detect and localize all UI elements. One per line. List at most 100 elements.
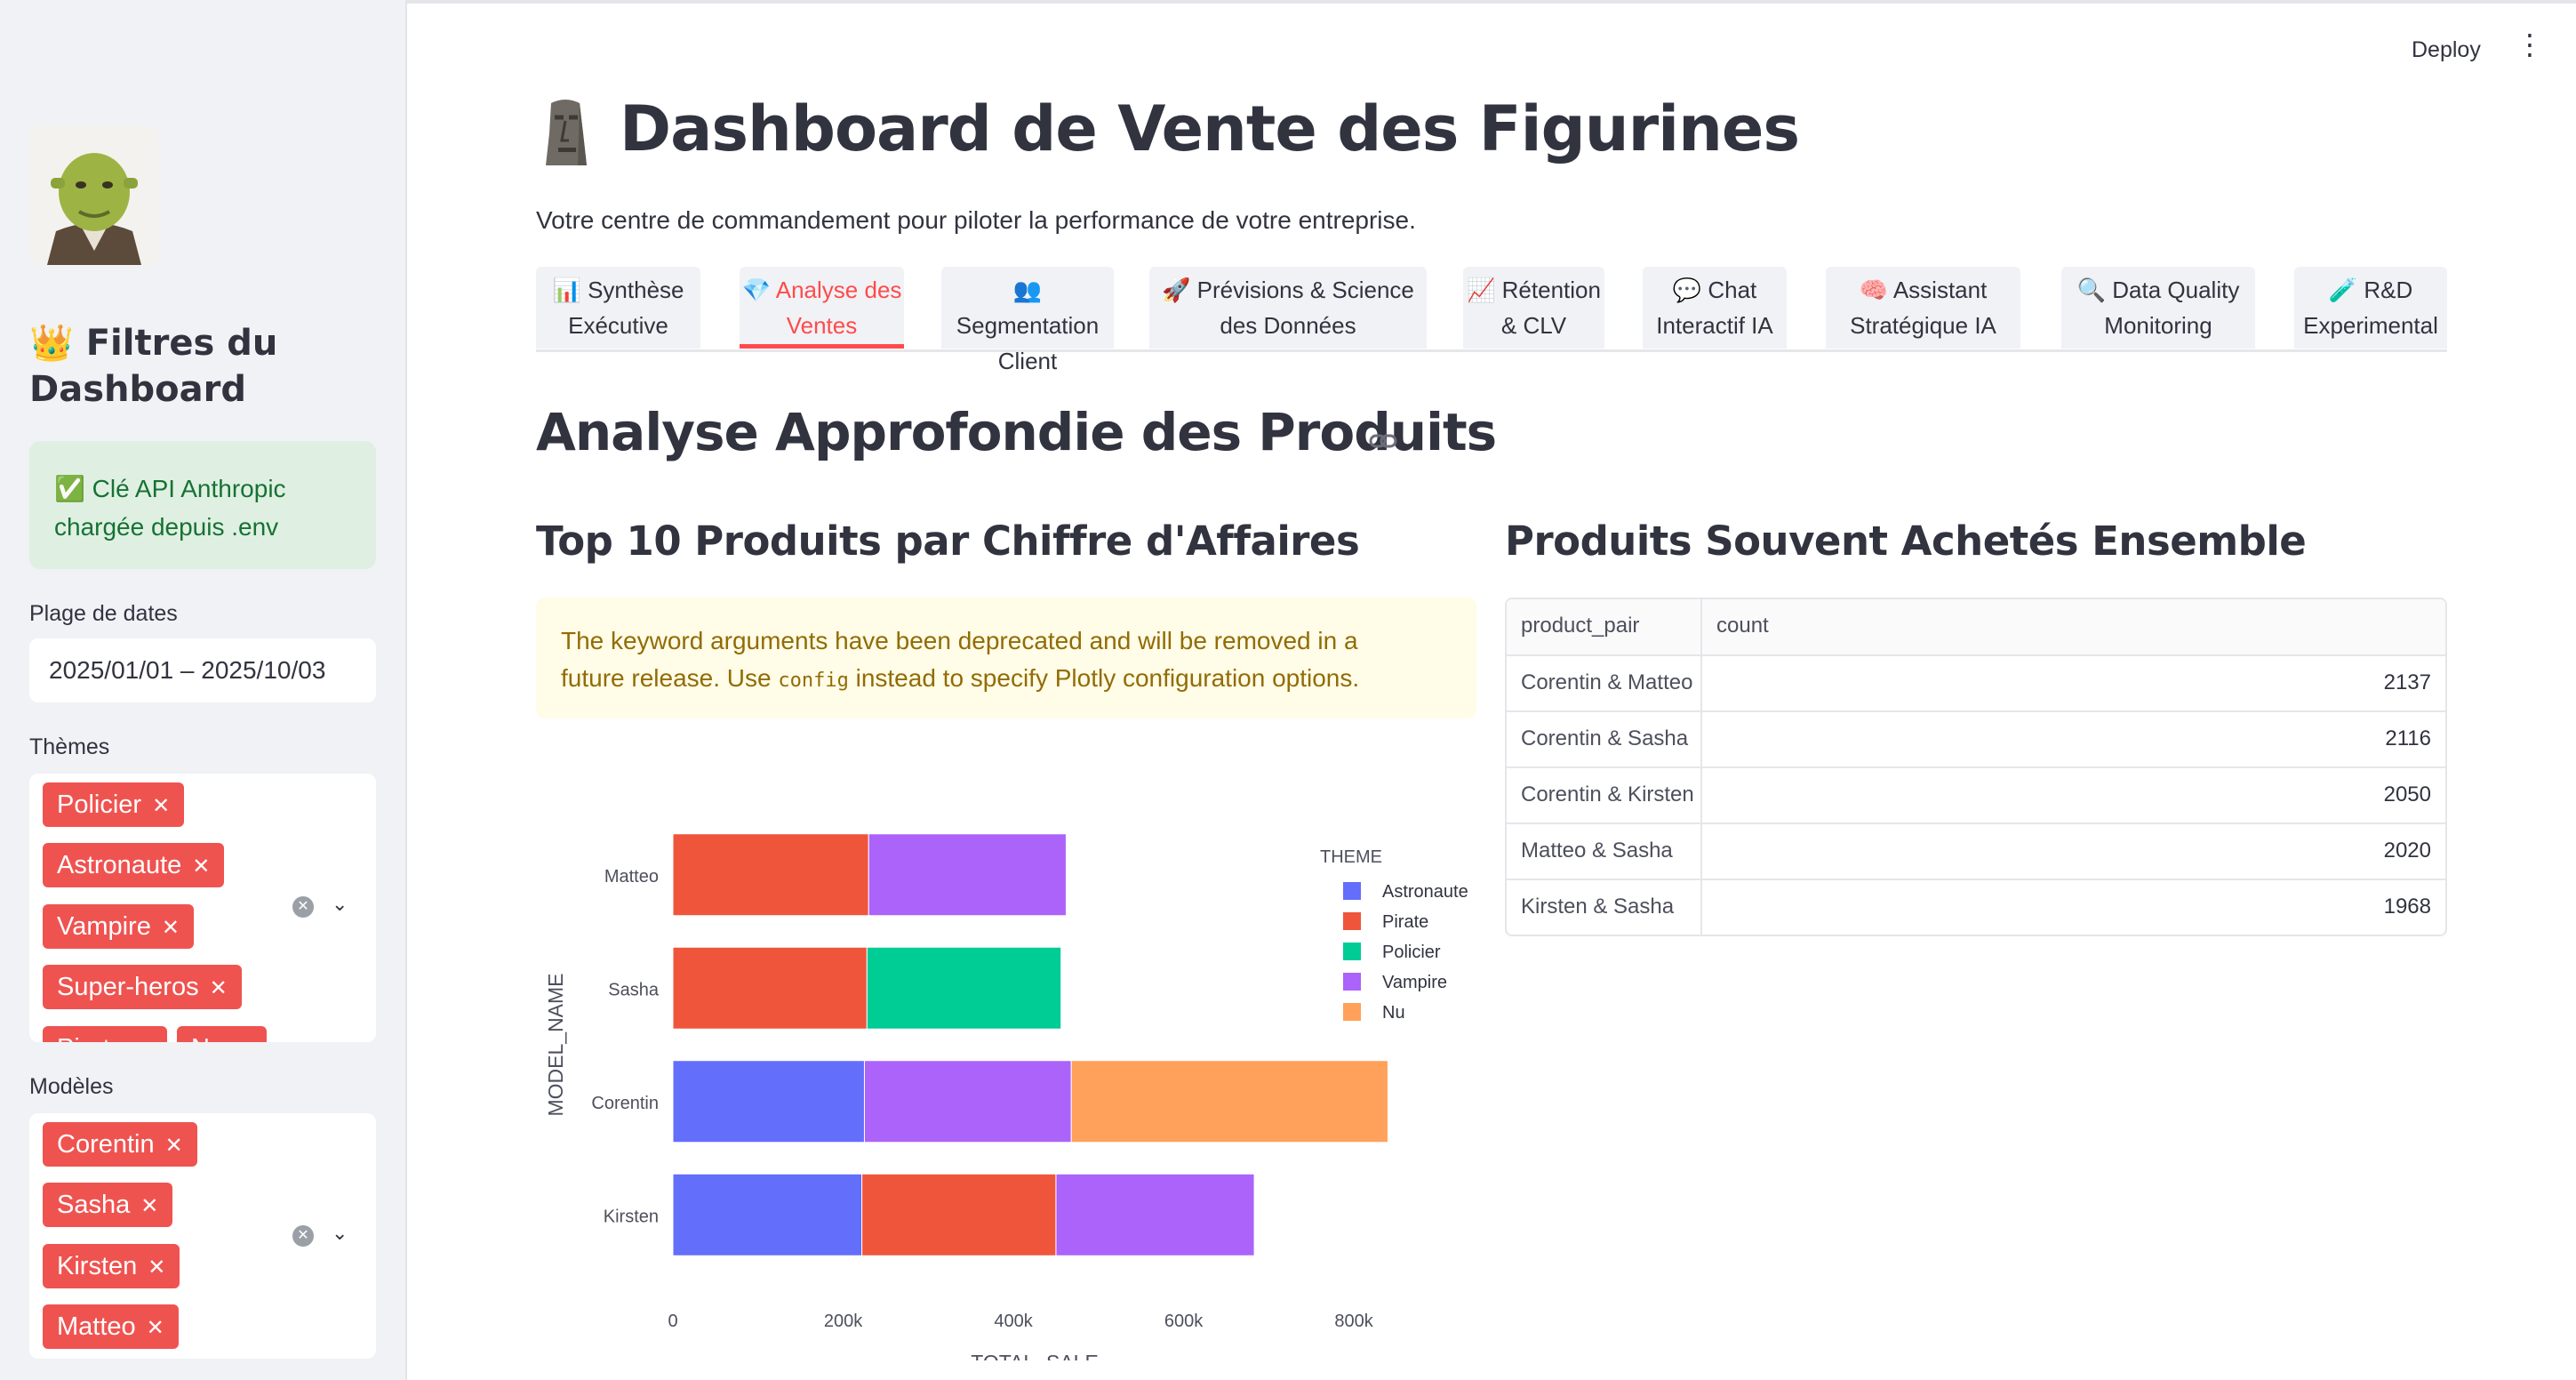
remove-icon[interactable]: ✕ [152,794,170,818]
theme-chip[interactable]: Astronaute ✕ [43,843,225,887]
chevron-down-icon[interactable]: ⌄ [332,893,348,916]
chevron-down-icon[interactable]: ⌄ [332,1222,348,1245]
table-cell[interactable]: Kirsten & Sasha [1507,880,1702,935]
table-row: Corentin & Matteo 2137 [1507,654,2445,710]
legend-swatch [1343,882,1361,900]
tab-analyse-ventes[interactable]: 💎 Analyse des Ventes [740,267,904,349]
tab-synthese[interactable]: 📊 Synthèse Exécutive [536,267,700,349]
tab-chat[interactable]: 💬 Chat Interactif IA [1643,267,1787,349]
table-header-row: product_pair count [1507,599,2445,654]
themes-multiselect[interactable]: Policier ✕ Astronaute ✕ Vampire ✕ Super-her… [29,774,376,1042]
page-title: Dashboard de Vente des Figurines [620,92,1800,165]
sidebar: 👑 Filtres du Dashboard ✅ Clé API Anthrop… [0,0,407,1380]
remove-icon[interactable]: ✕ [165,1134,183,1158]
deploy-button[interactable]: Deploy [2412,37,2481,63]
remove-icon[interactable]: ✕ [162,916,180,940]
table-cell[interactable]: 2137 [1702,656,2445,710]
bar-segment [868,833,1067,917]
x-axis-title: TOTAL_SALE [971,1351,1099,1360]
table-cell[interactable]: 2020 [1702,824,2445,879]
legend-item: Policier [1382,943,1441,962]
table-row: Kirsten & Sasha 1968 [1507,879,2445,935]
table-cell[interactable]: Corentin & Sasha [1507,712,1702,766]
date-range-input[interactable]: 2025/01/01 – 2025/10/03 [29,638,376,702]
theme-chip[interactable]: Pirate✕ [43,1026,167,1042]
y-tick-label: Sasha [608,980,660,999]
model-chip[interactable]: Sasha ✕ [43,1183,173,1227]
tab-data-quality[interactable]: 🔍 Data Quality Monitoring [2061,267,2255,349]
legend-title: THEME [1320,847,1382,867]
x-tick-label: 800k [1334,1312,1373,1331]
legend-item: Nu [1382,1003,1405,1023]
table-cell[interactable]: Corentin & Matteo [1507,656,1702,710]
tab-bar: 📊 Synthèse Exécutive 💎 Analyse des Ventes … [536,267,2447,374]
section-title: Analyse Approfondie des Produits [536,402,1497,462]
table-cell[interactable]: 2050 [1702,768,2445,822]
table-cell[interactable]: Matteo & Sasha [1507,824,1702,879]
theme-chip[interactable]: Vampire ✕ [43,904,194,949]
column-header[interactable]: count [1702,599,2445,654]
table-row: Matteo & Sasha 2020 [1507,822,2445,879]
top-products-chart[interactable]: Matteo Sasha Corentin Kirsten 0 200k 400k 600k 8… [536,791,1478,1374]
bar-segment [672,946,868,1030]
clear-icon[interactable]: ✕ [292,1225,314,1247]
bar-segment [672,833,869,917]
main-menu-icon[interactable]: ⋮ [2516,30,2544,59]
legend-item: Astronaute [1382,882,1468,902]
model-chip[interactable]: Corentin ✕ [43,1122,197,1167]
chart-svg: Matteo Sasha Corentin Kirsten 0 200k 400k 600k 8… [544,833,1468,1374]
top-products-title: Top 10 Produits par Chiffre d'Affaires [536,518,1360,565]
bought-together-title: Produits Souvent Achetés Ensemble [1505,518,2307,565]
theme-chip[interactable]: Policier ✕ [43,782,185,827]
themes-label: Thèmes [29,734,110,759]
remove-icon[interactable]: ✕ [140,1194,158,1218]
remove-icon[interactable]: ✕ [148,1256,165,1280]
table-cell[interactable]: Corentin & Kirsten [1507,768,1702,822]
legend-swatch [1343,1003,1361,1021]
bar-segment [1070,1060,1388,1143]
table-row: Corentin & Kirsten 2050 [1507,766,2445,822]
tab-segmentation[interactable]: 👥 Segmentation Client [941,267,1114,374]
page-subtitle: Votre centre de commandement pour pilote… [536,206,1416,234]
x-tick-label: 0 [668,1312,677,1331]
bar-segment [672,1060,865,1143]
theme-chip[interactable]: Nu✕ [177,1026,268,1042]
link-icon[interactable] [1369,430,1397,452]
tab-retention[interactable]: 📈 Rétention & CLV [1463,267,1604,349]
remove-icon[interactable]: ✕ [135,1038,153,1042]
column-header[interactable]: product_pair [1507,599,1702,654]
tab-rd[interactable]: 🧪 R&D Experimental [2294,267,2447,349]
bar-segment [672,1173,863,1256]
model-chip[interactable]: Matteo ✕ [43,1304,179,1349]
remove-icon[interactable]: ✕ [192,854,210,879]
theme-chip[interactable]: Super-heros ✕ [43,965,242,1009]
y-tick-label: Matteo [604,867,659,887]
clear-icon[interactable]: ✕ [292,896,314,918]
y-tick-label: Corentin [591,1094,659,1113]
tab-assistant[interactable]: 🧠 Assistant Stratégique IA [1826,267,2020,349]
date-range-label: Plage de dates [29,601,178,626]
models-label: Modèles [29,1074,114,1099]
legend-swatch [1343,943,1361,960]
table-row: Corentin & Sasha 2116 [1507,710,2445,766]
tab-previsions[interactable]: 🚀 Prévisions & Science des Données [1149,267,1427,349]
bar-segment [1055,1173,1255,1256]
model-chip[interactable]: Kirsten ✕ [43,1244,180,1288]
legend-swatch [1343,912,1361,930]
bar-segment [861,1173,1057,1256]
remove-icon[interactable]: ✕ [210,976,228,1000]
y-tick-label: Kirsten [604,1207,659,1226]
remove-icon[interactable]: ✕ [147,1316,164,1340]
api-key-status: ✅ Clé API Anthropic chargée depuis .env [29,441,376,569]
bar-segment [866,946,1062,1030]
legend-swatch [1343,973,1361,991]
table-cell[interactable]: 2116 [1702,712,2445,766]
remove-icon[interactable]: ✕ [235,1038,252,1042]
models-multiselect[interactable]: Corentin ✕ Sasha ✕ Kirsten ✕ Matteo ✕ ✕ ⌄ [29,1113,376,1359]
legend-item: Pirate [1382,912,1428,932]
y-axis-title: MODEL_NAME [544,973,567,1116]
x-tick-label: 400k [994,1312,1033,1331]
x-tick-label: 600k [1164,1312,1204,1331]
table-cell[interactable]: 1968 [1702,880,2445,935]
bought-together-table[interactable]: product_pair count Corentin & Matteo 213… [1505,598,2447,936]
